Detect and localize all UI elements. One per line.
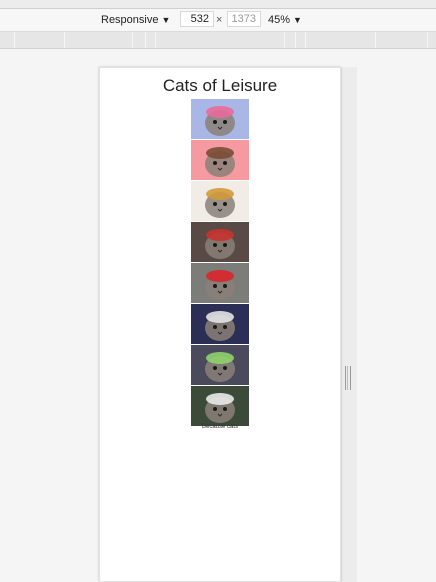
ruler-tick [132,32,133,48]
ruler-tick [155,32,156,48]
triangle-down-icon: ▼ [293,15,302,25]
cat-image-strip [191,99,249,427]
browser-chrome-top [0,0,436,9]
ruler-tick [284,32,285,48]
device-preset-dropdown[interactable]: Responsive ▼ [101,13,170,27]
cat-mario-hat-image [191,222,249,262]
ruler-tick [375,32,376,48]
page-title: Cats of Leisure [162,76,278,95]
image-caption: Because cats [201,424,239,430]
zoom-dropdown[interactable]: 45% ▼ [268,13,302,27]
zoom-label: 45% [268,14,291,26]
cat-lion-mane-image [191,181,249,221]
cat-green-hat-image [191,345,249,385]
device-preset-label: Responsive [101,14,159,26]
device-resize-gutter [341,67,357,582]
cat-necktie-image [191,304,249,344]
ruler-tick [64,32,65,48]
ruler-tick [295,32,296,48]
ruler-tick [14,32,15,48]
media-query-bar[interactable] [0,32,436,49]
cat-skeleton-image [191,386,249,426]
cat-striped-hat-image [191,263,249,303]
cat-curly-wig-image [191,140,249,180]
cat-pink-boa-image [191,99,249,139]
dimension-separator: × [216,14,223,26]
height-input[interactable]: 1373 [227,11,261,27]
width-input[interactable]: 532 [180,11,214,27]
ruler-tick [427,32,428,48]
ruler-tick [305,32,306,48]
device-toolbar: Responsive ▼ 532 × 1373 45% ▼ [0,9,436,32]
resize-handle[interactable] [345,366,351,390]
ruler-tick [145,32,146,48]
triangle-down-icon: ▼ [161,15,171,25]
